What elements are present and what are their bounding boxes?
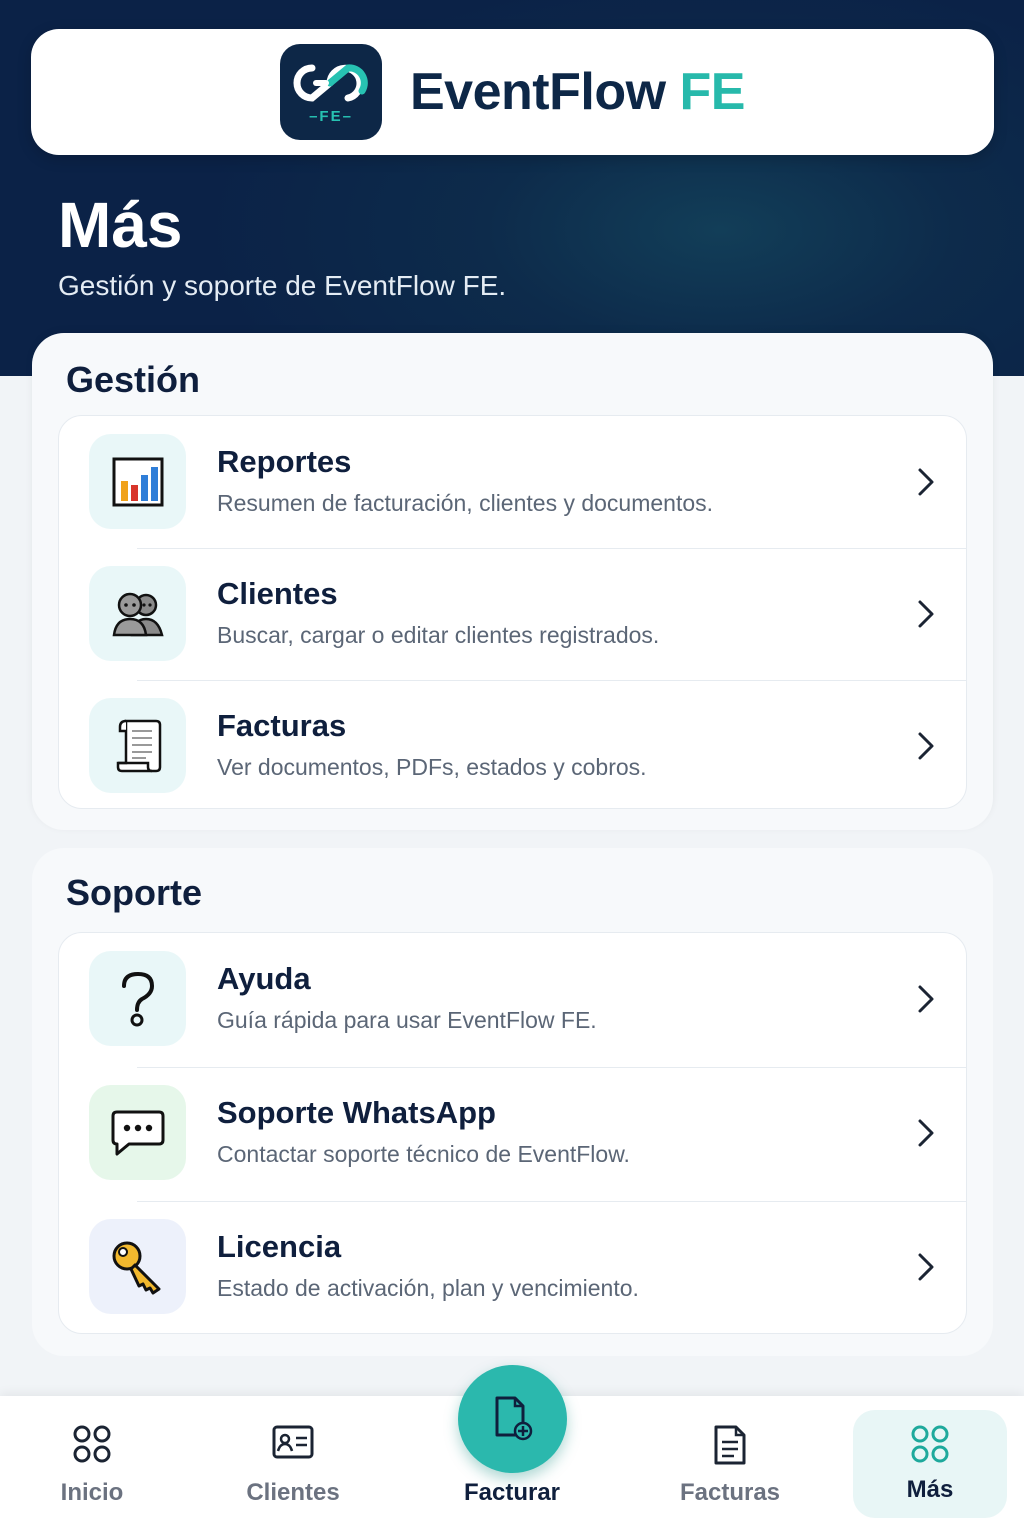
people-icon [89, 566, 186, 661]
chevron-right-icon [918, 985, 934, 1013]
id-card-icon [272, 1425, 314, 1459]
menu-item-description: Buscar, cargar o editar clientes registr… [217, 622, 660, 648]
chevron-right-icon [918, 600, 934, 628]
tab-label: Clientes [246, 1479, 340, 1506]
section-soporte: Soporte Ayuda Guía rápida para usar Even… [32, 848, 993, 1356]
menu-item-title: Soporte WhatsApp [217, 1095, 496, 1130]
menu-item-title: Clientes [217, 576, 338, 611]
tab-label: Facturar [463, 1479, 561, 1506]
section-title-soporte: Soporte [66, 872, 203, 913]
gestion-list: Reportes Resumen de facturación, cliente… [58, 415, 967, 809]
menu-item-description: Resumen de facturación, clientes y docum… [217, 490, 714, 516]
scroll-document-icon [89, 698, 186, 793]
tab-label: Facturas [679, 1479, 781, 1506]
document-icon [714, 1425, 746, 1465]
menu-item-ayuda[interactable]: Ayuda Guía rápida para usar EventFlow FE… [59, 933, 966, 1067]
menu-item-reportes[interactable]: Reportes Resumen de facturación, cliente… [59, 416, 966, 548]
menu-item-description: Ver documentos, PDFs, estados y cobros. [217, 754, 647, 780]
app-logo: –FE– [280, 44, 382, 140]
menu-item-clientes[interactable]: Clientes Buscar, cargar o editar cliente… [59, 548, 966, 680]
chevron-right-icon [918, 1253, 934, 1281]
brand-header: –FE– EventFlow FE [31, 29, 994, 155]
facturar-fab-button[interactable] [458, 1365, 567, 1473]
brand-name: EventFlow FE [410, 62, 745, 122]
section-title-gestion: Gestión [66, 359, 201, 400]
brand-name-main: EventFlow [410, 63, 666, 121]
menu-item-title: Licencia [217, 1229, 342, 1264]
logo-badge-text: FE [319, 107, 343, 125]
menu-item-soporte-whatsapp[interactable]: Soporte WhatsApp Contactar soporte técni… [59, 1067, 966, 1201]
chevron-right-icon [918, 468, 934, 496]
tab-clientes[interactable]: Clientes [228, 1396, 358, 1536]
brand-name-accent: FE [679, 63, 746, 121]
tab-facturas[interactable]: Facturas [665, 1396, 795, 1536]
menu-item-title: Reportes [217, 444, 352, 479]
tab-mas[interactable]: Más [853, 1410, 1007, 1518]
grid-icon [911, 1425, 949, 1463]
key-icon [89, 1219, 186, 1314]
chat-bubble-icon [89, 1085, 186, 1180]
page-subtitle: Gestión y soporte de EventFlow FE. [58, 270, 507, 301]
menu-item-description: Estado de activación, plan y vencimiento… [217, 1275, 639, 1301]
menu-item-title: Facturas [217, 708, 347, 743]
new-document-icon [495, 1396, 532, 1441]
grid-icon [73, 1425, 111, 1463]
tab-inicio[interactable]: Inicio [32, 1396, 152, 1536]
infinity-logo-icon [293, 63, 368, 102]
bar-chart-icon [89, 434, 186, 529]
menu-item-description: Contactar soporte técnico de EventFlow. [217, 1141, 630, 1167]
chevron-right-icon [918, 1119, 934, 1147]
menu-item-licencia[interactable]: Licencia Estado de activación, plan y ve… [59, 1201, 966, 1335]
question-mark-icon [89, 951, 186, 1046]
tab-label: Más [906, 1476, 954, 1503]
menu-item-description: Guía rápida para usar EventFlow FE. [217, 1007, 597, 1033]
page-title: Más [58, 189, 183, 261]
section-gestion: Gestión Reportes Resumen de facturación,… [32, 333, 993, 830]
soporte-list: Ayuda Guía rápida para usar EventFlow FE… [58, 932, 967, 1334]
menu-item-facturas[interactable]: Facturas Ver documentos, PDFs, estados y… [59, 680, 966, 812]
menu-item-title: Ayuda [217, 961, 311, 996]
chevron-right-icon [918, 732, 934, 760]
tab-label: Inicio [60, 1479, 124, 1506]
